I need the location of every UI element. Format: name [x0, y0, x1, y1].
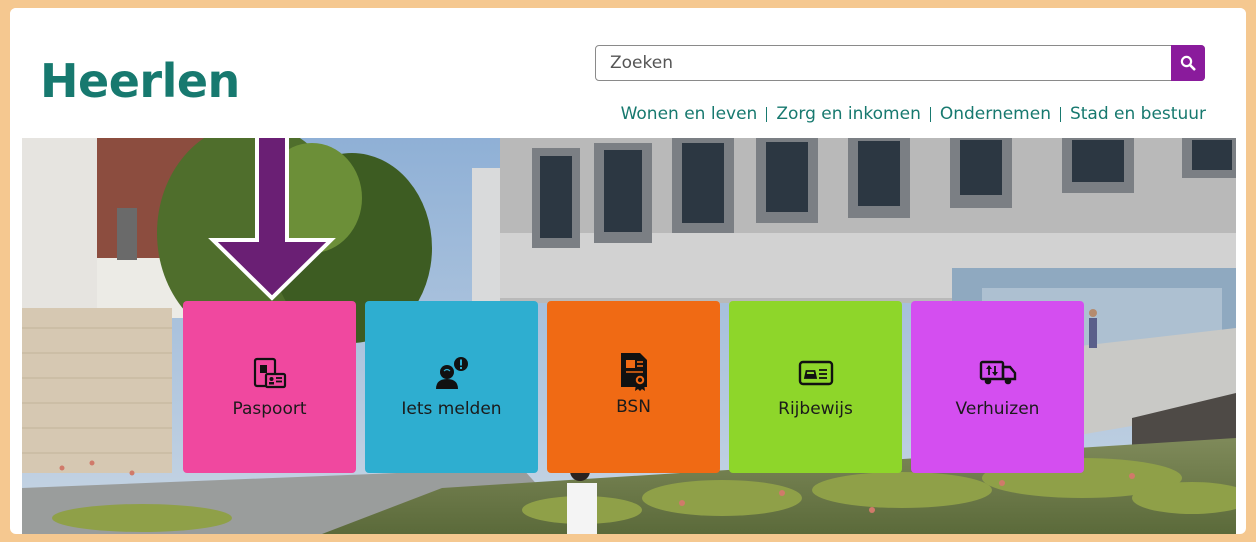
tile-label: Iets melden — [401, 399, 502, 419]
report-person-icon — [434, 357, 470, 389]
search-input[interactable] — [596, 46, 1168, 80]
tile-label: Verhuizen — [955, 399, 1040, 419]
main-navigation: Wonen en leven Zorg en inkomen Onderneme… — [621, 104, 1206, 124]
hero-banner: Paspoort Iets melden BSN Rijbewijs Verhu… — [22, 138, 1236, 534]
nav-separator — [1059, 106, 1061, 122]
moving-truck-icon — [979, 357, 1017, 389]
tile-iets-melden[interactable]: Iets melden — [365, 301, 538, 473]
tile-verhuizen[interactable]: Verhuizen — [911, 301, 1084, 473]
nav-ondernemen[interactable]: Ondernemen — [940, 104, 1051, 124]
tile-label: BSN — [616, 397, 651, 417]
tile-label: Paspoort — [232, 399, 307, 419]
site-header: Heerlen Wonen en leven Zorg en inkomen O… — [10, 8, 1246, 138]
tile-bsn[interactable]: BSN — [547, 301, 720, 473]
certificate-document-icon — [618, 351, 650, 391]
passport-icon — [252, 357, 288, 389]
tile-label: Rijbewijs — [778, 399, 853, 419]
nav-separator — [766, 106, 768, 122]
nav-zorg-en-inkomen[interactable]: Zorg en inkomen — [776, 104, 921, 124]
nav-wonen-en-leven[interactable]: Wonen en leven — [621, 104, 758, 124]
search-button[interactable] — [1171, 45, 1205, 81]
down-arrow-icon — [208, 138, 336, 301]
tile-rijbewijs[interactable]: Rijbewijs — [729, 301, 902, 473]
page-frame: Heerlen Wonen en leven Zorg en inkomen O… — [10, 8, 1246, 534]
nav-stad-en-bestuur[interactable]: Stad en bestuur — [1070, 104, 1206, 124]
driving-license-icon — [798, 357, 834, 389]
tile-paspoort[interactable]: Paspoort — [183, 301, 356, 473]
search-bar — [595, 45, 1205, 81]
heerlen-logo[interactable]: Heerlen — [40, 58, 240, 104]
nav-separator — [929, 106, 931, 122]
search-icon — [1180, 55, 1196, 71]
